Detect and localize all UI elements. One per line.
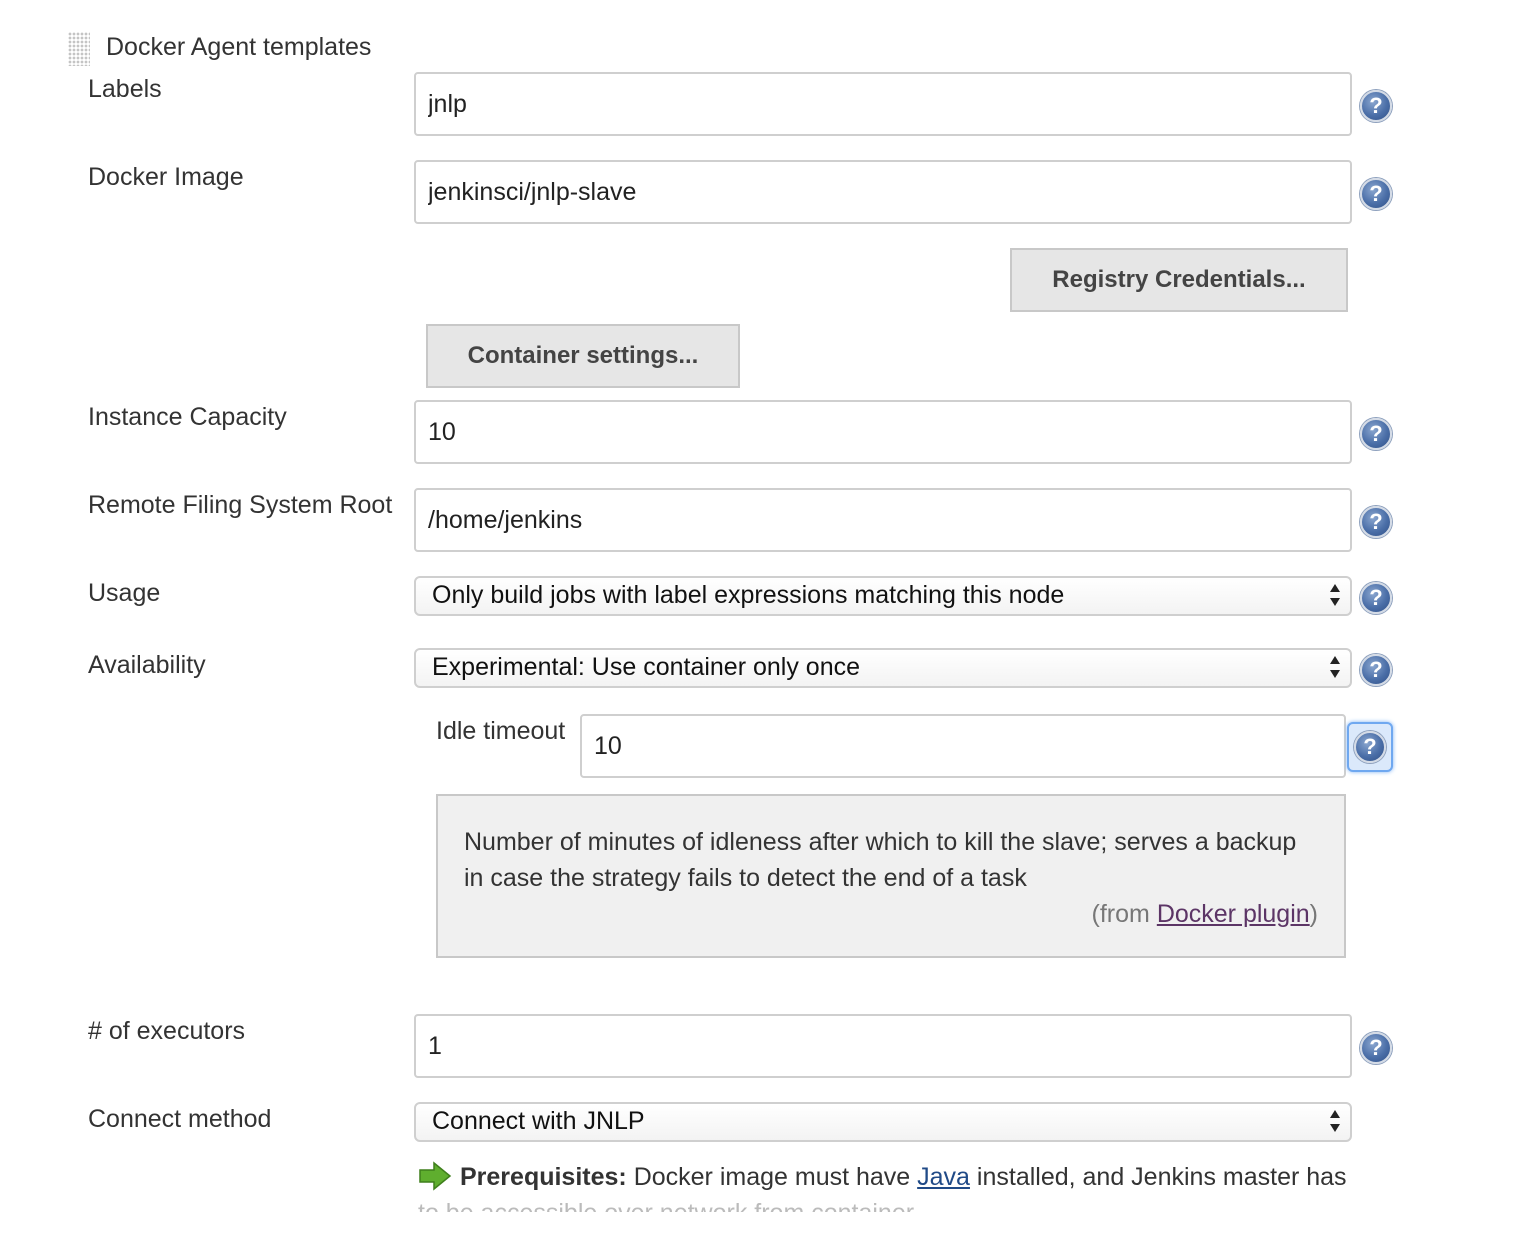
green-arrow-icon — [419, 1161, 452, 1191]
executors-input[interactable] — [414, 1014, 1352, 1078]
remote-fs-root-label: Remote Filing System Root — [88, 491, 393, 519]
help-panel-source: (from Docker plugin) — [1092, 896, 1318, 932]
executors-label: # of executors — [88, 1017, 246, 1045]
remote-fs-root-help-icon[interactable]: ? — [1360, 506, 1392, 538]
java-link[interactable]: Java — [917, 1163, 970, 1191]
idle-timeout-help-icon[interactable]: ? — [1354, 731, 1386, 763]
prerequisites-label: Prerequisites: — [460, 1163, 627, 1191]
labels-help-icon[interactable]: ? — [1360, 90, 1392, 122]
usage-select[interactable]: Only build jobs with label expressions m… — [414, 576, 1352, 616]
idle-timeout-label: Idle timeout — [436, 717, 566, 745]
availability-select[interactable]: Experimental: Use container only once — [414, 648, 1352, 688]
availability-label: Availability — [88, 651, 206, 679]
labels-input[interactable] — [414, 72, 1352, 136]
section-title: Docker Agent templates — [106, 33, 372, 61]
docker-image-help-icon[interactable]: ? — [1360, 178, 1392, 210]
connect-method-label: Connect method — [88, 1105, 272, 1133]
select-arrows-icon — [1330, 656, 1340, 678]
connect-method-select[interactable]: Connect with JNLP — [414, 1102, 1352, 1142]
usage-help-icon[interactable]: ? — [1360, 582, 1392, 614]
drag-handle-icon[interactable] — [68, 32, 90, 66]
labels-label: Labels — [88, 75, 162, 103]
usage-label: Usage — [88, 579, 161, 607]
remote-fs-root-input[interactable] — [414, 488, 1352, 552]
connect-method-selected-value: Connect with JNLP — [432, 1107, 645, 1135]
executors-help-icon[interactable]: ? — [1360, 1032, 1392, 1064]
availability-selected-value: Experimental: Use container only once — [432, 653, 861, 681]
usage-selected-value: Only build jobs with label expressions m… — [432, 581, 1065, 609]
prerequisites-text-2: installed, and Jenkins master has — [969, 1163, 1347, 1191]
select-arrows-icon — [1330, 584, 1340, 606]
registry-credentials-button[interactable]: Registry Credentials... — [1010, 248, 1348, 312]
prerequisites-line2: to be accessible over network from conta… — [418, 1196, 914, 1212]
instance-capacity-input[interactable] — [414, 400, 1352, 464]
docker-plugin-link[interactable]: Docker plugin — [1157, 900, 1310, 928]
prerequisites-note: Prerequisites: Docker image must have Ja… — [418, 1160, 1347, 1194]
help-panel-text: Number of minutes of idleness after whic… — [464, 828, 1297, 892]
idle-timeout-help-panel: Number of minutes of idleness after whic… — [436, 794, 1346, 958]
idle-timeout-input[interactable] — [580, 714, 1346, 778]
instance-capacity-help-icon[interactable]: ? — [1360, 418, 1392, 450]
availability-help-icon[interactable]: ? — [1360, 654, 1392, 686]
instance-capacity-label: Instance Capacity — [88, 403, 287, 431]
help-source-prefix: (from — [1091, 900, 1157, 928]
select-arrows-icon — [1330, 1110, 1340, 1132]
help-source-suffix: ) — [1309, 900, 1318, 928]
container-settings-button[interactable]: Container settings... — [426, 324, 740, 388]
prerequisites-text-1: Docker image must have — [626, 1163, 918, 1191]
docker-image-input[interactable] — [414, 160, 1352, 224]
docker-image-label: Docker Image — [88, 163, 244, 191]
